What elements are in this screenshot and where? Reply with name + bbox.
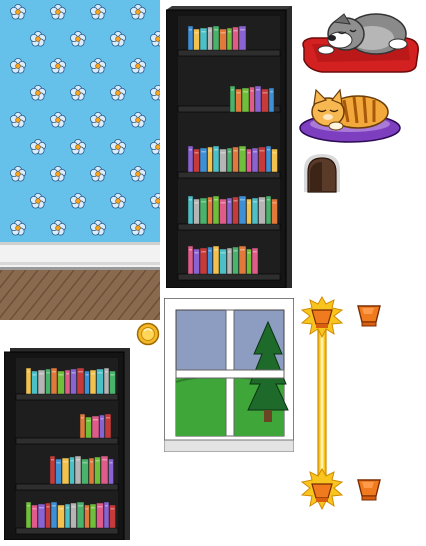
bookshelf-small — [4, 348, 130, 540]
sleeping-cat-on-bed — [298, 84, 404, 144]
gold-coin — [136, 322, 160, 346]
sleeping-dog-on-bed — [298, 4, 422, 76]
bookshelf-large — [166, 6, 292, 288]
wall-lamp-unlit — [352, 300, 386, 332]
window — [164, 298, 294, 452]
wall-lamp-lit — [300, 468, 344, 510]
wall-lamp-unlit — [352, 474, 386, 506]
baseboard-tile — [0, 242, 160, 270]
mouse-hole — [300, 150, 344, 194]
wallpaper-tile — [0, 0, 160, 242]
floor-tile — [0, 270, 160, 320]
wall-lamp-lit — [300, 296, 344, 338]
